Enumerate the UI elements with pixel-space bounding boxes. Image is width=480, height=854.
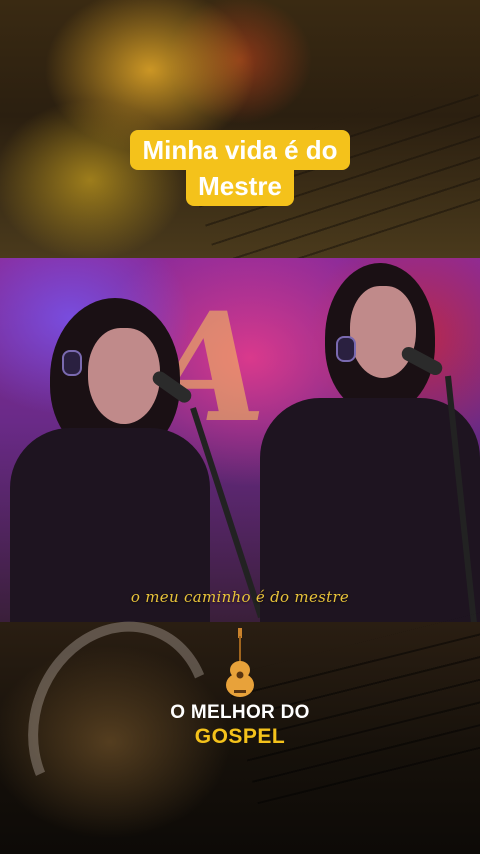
performance-video[interactable]: A xyxy=(0,258,480,622)
song-title-line-2: Mestre xyxy=(186,166,294,206)
singer-left xyxy=(0,258,264,622)
guitar-icon xyxy=(226,628,254,697)
song-title-line-1: Minha vida é do xyxy=(130,130,350,170)
brand-title-line-1: O MELHOR DO xyxy=(170,702,310,723)
brand-title-line-2: GOSPEL xyxy=(194,725,286,748)
lyric-subtitle: o meu caminho é do mestre xyxy=(130,588,350,606)
singer-right xyxy=(240,258,480,622)
video-frame: Minha vida é do Mestre A o meu caminho é… xyxy=(0,0,480,854)
channel-brand: O MELHOR DO GOSPEL xyxy=(0,628,480,750)
song-title: Minha vida é do Mestre xyxy=(0,130,480,206)
